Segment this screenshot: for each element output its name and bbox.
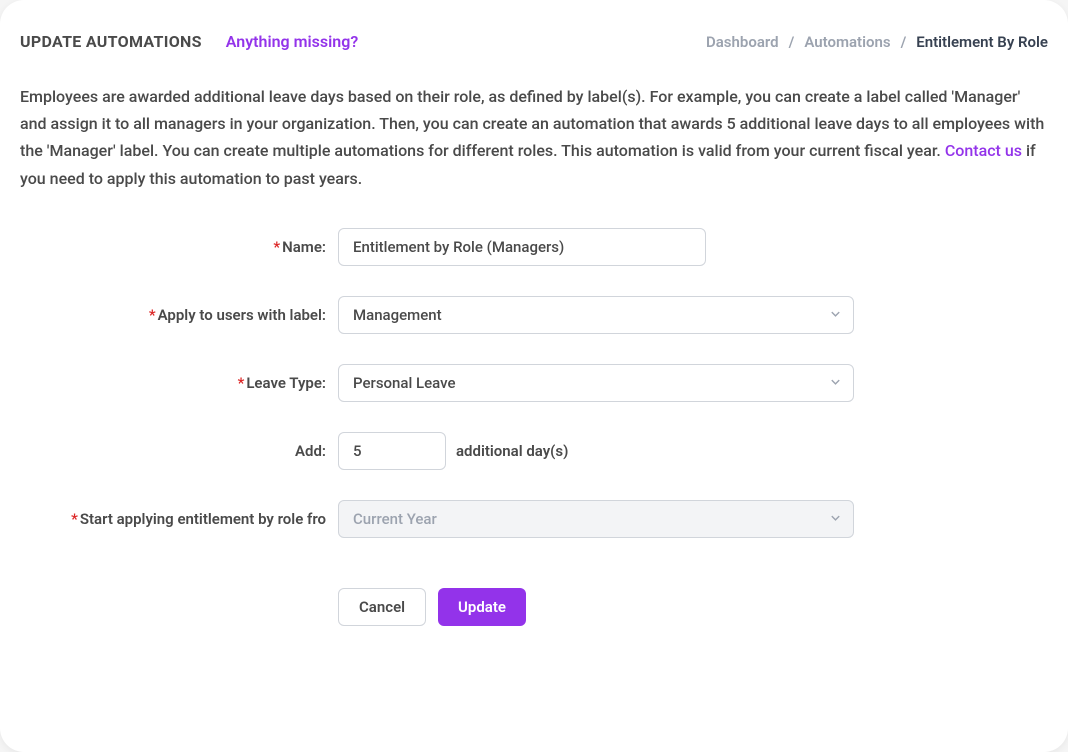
page-header: UPDATE AUTOMATIONS Anything missing? Das… <box>20 32 1048 51</box>
apply-label-label: *Apply to users with label: <box>20 306 338 324</box>
anything-missing-link[interactable]: Anything missing? <box>226 32 358 51</box>
required-indicator: * <box>238 374 245 392</box>
leave-type-select-value: Personal Leave <box>353 374 456 392</box>
start-from-select-value: Current Year <box>353 510 437 528</box>
start-from-select: Current Year <box>338 500 854 538</box>
contact-us-link[interactable]: Contact us <box>945 141 1022 160</box>
required-indicator: * <box>71 510 78 528</box>
breadcrumb-separator: / <box>789 33 795 51</box>
leave-type-row: *Leave Type: Personal Leave <box>20 364 1048 402</box>
button-row: Cancel Update <box>338 588 1048 626</box>
label-select[interactable]: Management <box>338 296 854 334</box>
leave-type-select[interactable]: Personal Leave <box>338 364 854 402</box>
add-suffix-text: additional day(s) <box>456 442 568 460</box>
breadcrumb-dashboard[interactable]: Dashboard <box>706 33 779 51</box>
start-from-label: *Start applying entitlement by role fro <box>20 510 338 528</box>
name-row: *Name: <box>20 228 1048 266</box>
label-select-value: Management <box>353 306 442 324</box>
label-row: *Apply to users with label: Management <box>20 296 1048 334</box>
update-button[interactable]: Update <box>438 588 526 626</box>
page-title: UPDATE AUTOMATIONS <box>20 32 202 51</box>
start-from-row: *Start applying entitlement by role fro … <box>20 500 1048 538</box>
add-row: Add: additional day(s) <box>20 432 1048 470</box>
required-indicator: * <box>273 238 280 256</box>
name-input[interactable] <box>338 228 706 266</box>
breadcrumb-automations[interactable]: Automations <box>804 33 890 51</box>
description-text: Employees are awarded additional leave d… <box>20 83 1048 192</box>
breadcrumb-separator: / <box>901 33 907 51</box>
automation-form: *Name: *Apply to users with label: Manag… <box>20 228 1048 626</box>
breadcrumb-current: Entitlement By Role <box>916 33 1048 51</box>
required-indicator: * <box>149 306 156 324</box>
add-label: Add: <box>20 442 338 460</box>
cancel-button[interactable]: Cancel <box>338 588 426 626</box>
breadcrumb: Dashboard / Automations / Entitlement By… <box>706 33 1048 51</box>
leave-type-label: *Leave Type: <box>20 374 338 392</box>
description-before: Employees are awarded additional leave d… <box>20 87 1044 160</box>
add-days-input[interactable] <box>338 432 446 470</box>
name-label: *Name: <box>20 238 338 256</box>
